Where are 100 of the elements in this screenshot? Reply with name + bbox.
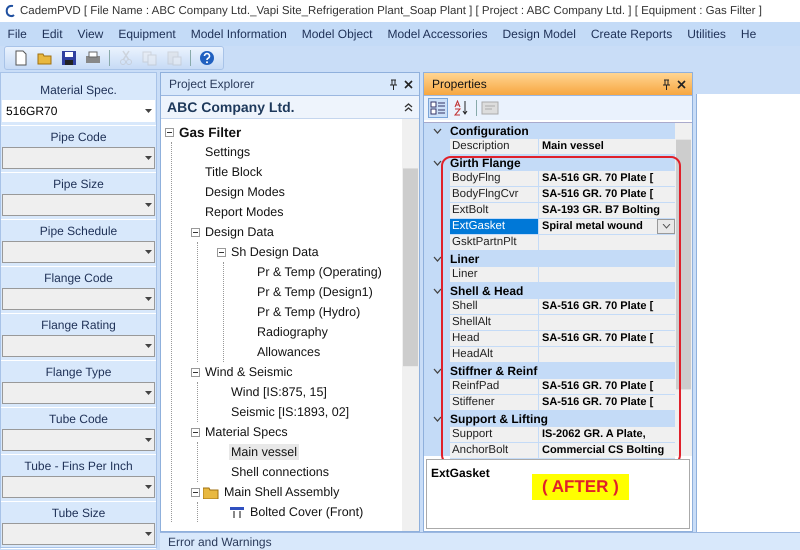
dropdown-arrow-icon (145, 391, 152, 395)
property-name[interactable]: ExtGasket (450, 219, 539, 234)
tree-item[interactable]: Pr & Temp (Operating) (255, 264, 384, 280)
close-icon[interactable] (404, 80, 413, 88)
collapse-icon[interactable] (165, 128, 174, 136)
categorized-view-button[interactable] (428, 98, 448, 118)
property-name[interactable]: HeadAlt (450, 347, 539, 362)
dropdown-field[interactable] (2, 382, 155, 404)
tree-item[interactable]: Pr & Temp (Design1) (255, 284, 375, 300)
menu-item[interactable]: View (70, 27, 111, 41)
dropdown-arrow-icon (145, 532, 152, 536)
property-name[interactable]: BodyFlngCvr (450, 187, 539, 202)
field-label: Tube Size (50, 505, 106, 522)
property-value: SA-516 GR. 70 Plate [ (539, 171, 675, 186)
property-name[interactable]: Description (450, 139, 539, 154)
collapse-icon[interactable] (432, 368, 442, 374)
vertical-scrollbar[interactable] (402, 119, 419, 531)
dropdown-field[interactable] (2, 476, 155, 498)
menu-item[interactable]: Model Information (183, 27, 294, 41)
dropdown-field[interactable]: 516GR70 (2, 100, 155, 122)
collapse-icon[interactable] (217, 248, 226, 256)
dropdown-field[interactable] (2, 523, 155, 545)
menu-item[interactable]: Equipment (110, 27, 184, 41)
print-icon[interactable] (85, 50, 101, 66)
tree-item[interactable]: Main vessel (229, 444, 299, 460)
save-icon[interactable] (61, 50, 77, 66)
tree-item[interactable]: Design Modes (203, 184, 287, 200)
dropdown-button[interactable] (657, 219, 675, 234)
menu-item[interactable]: File (0, 27, 34, 41)
property-name[interactable]: Shell (450, 299, 539, 314)
property-name[interactable]: AnchorBolt (450, 443, 539, 458)
collapse-icon[interactable] (191, 428, 200, 436)
pin-icon[interactable] (389, 78, 398, 90)
tree-item[interactable]: Design Data (203, 224, 276, 240)
dropdown-arrow-icon (145, 250, 152, 254)
collapse-icon[interactable] (432, 416, 442, 422)
property-name[interactable]: Head (450, 331, 539, 346)
menu-item[interactable]: Model Object (294, 27, 380, 41)
tree-item[interactable]: Bolted Cover (Front) (248, 504, 366, 520)
collapse-icon[interactable] (191, 368, 200, 376)
property-name[interactable]: ExtBolt (450, 203, 539, 218)
new-icon[interactable] (13, 50, 29, 66)
property-name[interactable]: Support (450, 427, 539, 442)
annotation-label: ( AFTER ) (532, 474, 629, 500)
property-value: SA-193 GR. B7 Bolting (539, 203, 675, 218)
window-title: CademPVD [ File Name : ABC Company Ltd._Vapi Site_Refrigeration Plant_Soap Plant ] [ Project : ABC Company Ltd. ] [ Equipment : Gas Filter ] (20, 5, 762, 17)
menu-item[interactable]: He (733, 27, 764, 41)
category-title: Configuration (450, 124, 529, 138)
tree-item[interactable]: Sh Design Data (229, 244, 321, 260)
menu-item[interactable]: Model Accessories (380, 27, 495, 41)
collapse-icon[interactable] (432, 128, 442, 134)
menu-item[interactable]: Create Reports (583, 27, 680, 41)
property-name[interactable]: ReinfPad (450, 379, 539, 394)
field-label: Flange Code (43, 270, 114, 287)
collapse-icon[interactable] (191, 228, 200, 236)
dropdown-arrow-icon (145, 485, 152, 489)
tree-item[interactable]: Radiography (255, 324, 330, 340)
tree-item[interactable]: Material Specs (203, 424, 290, 440)
dropdown-field[interactable] (2, 194, 155, 216)
dropdown-arrow-icon (145, 438, 152, 442)
property-name[interactable]: BodyFlng (450, 171, 539, 186)
property-value: Commercial CS Bolting (539, 443, 675, 458)
tree-item[interactable]: Wind [IS:875, 15] (229, 384, 329, 400)
tree-item[interactable]: Seismic [IS:1893, 02] (229, 404, 352, 420)
panel-title: Error and Warnings (168, 535, 272, 549)
help-icon[interactable] (199, 50, 215, 66)
property-value: Main vessel (539, 139, 675, 154)
field-label: Pipe Code (49, 129, 108, 146)
field-label: Tube Code (48, 411, 109, 428)
tree-item[interactable]: Report Modes (203, 204, 286, 220)
property-value: SA-516 GR. 70 Plate [ (539, 331, 675, 346)
dropdown-field[interactable] (2, 288, 155, 310)
property-name[interactable]: Liner (450, 267, 539, 282)
collapse-icon[interactable] (432, 256, 442, 262)
dropdown-field[interactable] (2, 429, 155, 451)
tree-item[interactable]: Wind & Seismic (203, 364, 295, 380)
dropdown-field[interactable] (2, 147, 155, 169)
tree-item[interactable]: Gas Filter (177, 124, 244, 140)
tree-item[interactable]: Main Shell Assembly (222, 484, 342, 500)
tree-item[interactable]: Title Block (203, 164, 264, 180)
collapse-icon[interactable] (404, 102, 413, 112)
collapse-icon[interactable] (191, 488, 200, 496)
menu-item[interactable]: Design Model (495, 27, 584, 41)
tree-item[interactable]: Allowances (255, 344, 322, 360)
menu-item[interactable]: Edit (34, 27, 70, 41)
menu-item[interactable]: Utilities (680, 27, 734, 41)
pin-icon[interactable] (662, 78, 671, 90)
close-icon[interactable] (677, 80, 686, 88)
tree-item[interactable]: Pr & Temp (Hydro) (255, 304, 362, 320)
dropdown-field[interactable] (2, 241, 155, 263)
tree-item[interactable]: Settings (203, 144, 252, 160)
property-name[interactable]: Stiffener (450, 395, 539, 410)
property-name[interactable]: ShellAlt (450, 315, 539, 330)
property-value: SA-516 GR. 70 Plate [ (539, 395, 675, 410)
collapse-icon[interactable] (432, 288, 442, 294)
property-name[interactable]: GsktPartnPlt (450, 235, 539, 250)
tree-item[interactable]: Shell connections (229, 464, 331, 480)
dropdown-field[interactable] (2, 335, 155, 357)
property-value[interactable]: Spiral metal wound (539, 219, 657, 234)
collapse-icon[interactable] (432, 160, 442, 166)
